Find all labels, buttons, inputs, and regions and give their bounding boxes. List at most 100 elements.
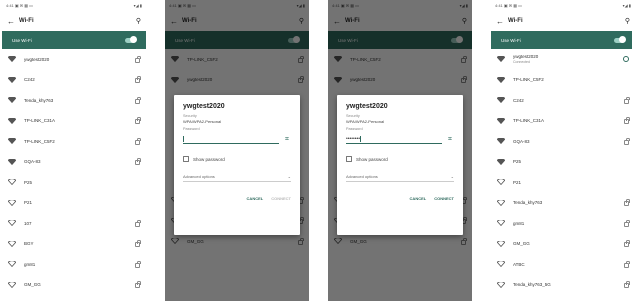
network-list: ywgtest2020 C242 Tenda_khy763 TP-LINK_C31A T…	[2, 49, 146, 301]
network-row[interactable]: TP-LINK_C31A	[2, 111, 146, 132]
use-wifi-toggle-row[interactable]: Use Wi-Fi	[491, 31, 632, 49]
network-row[interactable]: P21	[2, 193, 146, 214]
network-row[interactable]: TP-LINK_C5F2	[2, 131, 146, 152]
network-row[interactable]: Tenda_khy763	[491, 193, 632, 214]
lock-icon	[135, 55, 141, 63]
status-bar: 4:41 ▣ ✉ ▦ ▭▾◢ ▮	[495, 3, 631, 8]
network-row[interactable]: TP-LINK_C31A	[491, 111, 632, 132]
wifi-signal-icon	[497, 281, 513, 288]
wifi-signal-icon	[497, 117, 513, 124]
show-password-row[interactable]: Show password	[183, 154, 291, 164]
network-row[interactable]: P21	[491, 172, 632, 193]
network-row[interactable]: GQA-83	[2, 152, 146, 173]
wifi-signal-icon	[8, 199, 24, 206]
network-status: Connected	[513, 60, 530, 65]
network-row[interactable]: gm81	[491, 213, 632, 234]
network-row[interactable]: C242	[491, 90, 632, 111]
network-name: P25	[24, 179, 33, 185]
wifi-signal-icon	[497, 97, 513, 104]
show-password-label: Show password	[193, 156, 225, 162]
network-name: TP-LINK_C5F2	[24, 138, 55, 144]
back-arrow-icon[interactable]: ←	[496, 17, 508, 26]
wifi-switch[interactable]	[614, 36, 626, 43]
network-row[interactable]: Tenda_khy763	[2, 90, 146, 111]
network-name: TP-LINK_C5F2	[513, 77, 544, 83]
use-wifi-toggle-row[interactable]: Use Wi-Fi	[2, 31, 146, 49]
show-password-label: Show password	[356, 156, 388, 162]
advanced-options-row[interactable]: Advanced options ⌄	[346, 172, 454, 182]
network-row[interactable]: BGY	[2, 234, 146, 255]
connect-button[interactable]: CONNECT	[271, 196, 291, 201]
wifi-switch[interactable]	[125, 36, 137, 43]
show-password-checkbox[interactable]	[346, 156, 352, 162]
use-wifi-label: Use Wi-Fi	[501, 37, 521, 43]
page-title: Wi-Fi	[19, 18, 34, 24]
network-name: C242	[24, 77, 35, 83]
network-name: GQA-83	[24, 159, 41, 165]
password-value: ••••••••	[346, 136, 361, 142]
show-password-checkbox[interactable]	[183, 156, 189, 162]
wifi-signal-icon	[497, 76, 513, 83]
lock-icon	[135, 260, 141, 268]
search-icon[interactable]: ⚲	[136, 17, 141, 25]
cancel-button[interactable]: CANCEL	[410, 196, 427, 201]
text-cursor	[183, 136, 184, 142]
wifi-signal-icon	[497, 158, 513, 165]
dialog-title: ywgtest2020	[346, 103, 388, 110]
wifi-signal-icon	[8, 56, 24, 63]
security-value: WPA/WPA2-Personal	[183, 119, 222, 124]
gear-icon[interactable]	[623, 56, 629, 63]
lock-icon	[624, 260, 630, 268]
qr-scan-icon[interactable]: ⌗	[283, 136, 291, 144]
network-name: GQA-83	[513, 138, 530, 144]
show-password-row[interactable]: Show password	[346, 154, 454, 164]
network-row[interactable]: GQA-83	[491, 131, 632, 152]
lock-icon	[135, 240, 141, 248]
network-row[interactable]: gm81	[2, 254, 146, 275]
network-name: Tenda_khy763_5G	[513, 282, 551, 288]
network-row[interactable]: GM_GG	[491, 234, 632, 255]
qr-scan-icon[interactable]: ⌗	[446, 136, 454, 144]
network-row[interactable]: Tenda_khy763_5G	[491, 275, 632, 296]
network-row[interactable]: 107	[2, 213, 146, 234]
network-row[interactable]: ATBC	[491, 254, 632, 275]
network-name: gm81	[513, 220, 525, 226]
cancel-button[interactable]: CANCEL	[247, 196, 264, 201]
search-icon[interactable]: ⚲	[625, 17, 630, 25]
lock-icon	[624, 281, 630, 289]
network-row[interactable]: ywgtest2020 Connected	[491, 49, 632, 70]
wifi-signal-icon	[8, 76, 24, 83]
network-text: ywgtest2020 Connected	[513, 54, 623, 64]
network-name: P21	[24, 200, 33, 206]
screen-password-empty: 4:41 ▣ ✉ ▦ ▭▾◢ ▮ ← Wi-Fi ⚲ Use Wi-Fi TP-…	[165, 0, 309, 301]
network-row[interactable]: P25	[491, 152, 632, 173]
chevron-down-icon: ⌄	[450, 174, 454, 179]
network-name: TP-LINK_C31A	[513, 118, 545, 124]
wifi-signal-icon	[497, 240, 513, 247]
network-name: BGY	[24, 241, 34, 247]
password-input[interactable]	[183, 134, 279, 144]
wifi-signal-icon	[497, 220, 513, 227]
lock-icon	[135, 117, 141, 125]
advanced-options-label: Advanced options	[183, 174, 215, 179]
back-arrow-icon[interactable]: ←	[7, 17, 19, 26]
network-row[interactable]: TP-LINK_C5F2	[491, 70, 632, 91]
lock-icon	[135, 76, 141, 84]
lock-icon	[624, 219, 630, 227]
network-name: 107	[24, 220, 32, 226]
network-row[interactable]: P25	[2, 172, 146, 193]
wifi-signal-icon	[8, 179, 24, 186]
advanced-options-row[interactable]: Advanced options ⌄	[183, 172, 291, 182]
password-input[interactable]: ••••••••	[346, 134, 442, 144]
network-row[interactable]: C242	[2, 70, 146, 91]
wifi-signal-icon	[8, 138, 24, 145]
network-row[interactable]: ywgtest2020	[2, 49, 146, 70]
network-row[interactable]: Hwy	[2, 295, 146, 301]
connect-button[interactable]: CONNECT	[434, 196, 454, 201]
network-row[interactable]: GM_GG	[2, 275, 146, 296]
page-title: Wi-Fi	[508, 18, 523, 24]
wifi-signal-icon	[8, 240, 24, 247]
network-name: ATBC	[513, 261, 525, 267]
wifi-signal-icon	[497, 179, 513, 186]
chevron-down-icon: ⌄	[287, 174, 291, 179]
